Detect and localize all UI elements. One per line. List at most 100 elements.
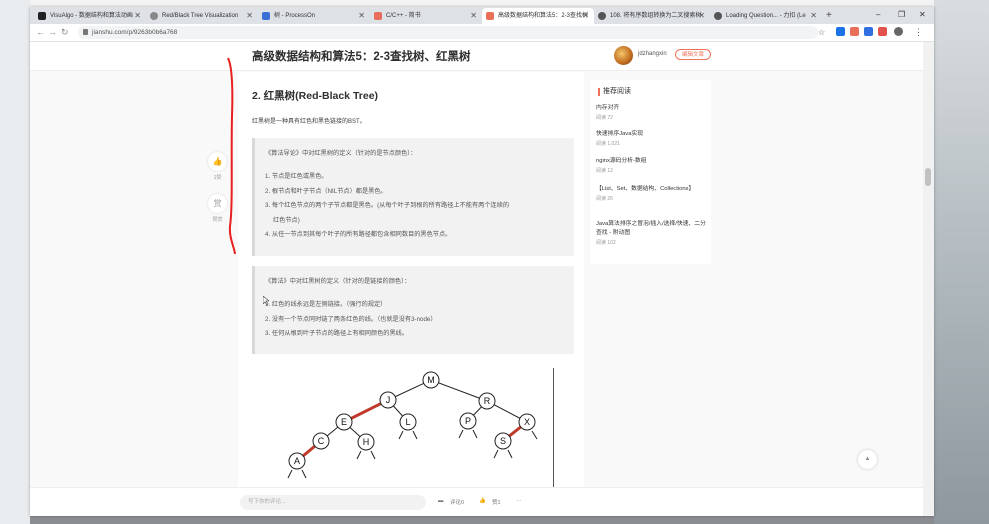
thumbs-up-icon[interactable]: 👍 bbox=[479, 498, 486, 504]
tab-label: 树 - ProcessOn bbox=[274, 13, 316, 19]
tab-label: 108. 将有序数组转换为二叉搜索树 bbox=[610, 13, 702, 19]
recommend-panel: 推荐阅读 内存对齐 阅读 72 快速排序Java实现 阅读 1,021 nginx源… bbox=[590, 80, 711, 264]
back-to-top-button[interactable]: ▲ bbox=[858, 450, 877, 469]
read-count: 阅读 26 bbox=[596, 196, 613, 202]
recommend-item-title[interactable]: 【List、Set、数据结构、Collections】 bbox=[596, 185, 706, 194]
list-item[interactable]: 快速排序Java实现 阅读 1,021 bbox=[596, 130, 706, 147]
list-item[interactable]: Java算法排序之冒泡/插入/选择/快速、二分查找 - 附动图阅读 102 bbox=[596, 220, 706, 246]
read-count: 阅读 1,021 bbox=[596, 141, 620, 147]
tree-node-label: S bbox=[500, 436, 506, 446]
mouse-cursor-icon bbox=[263, 296, 269, 305]
restore-button[interactable]: ❐ bbox=[898, 7, 905, 22]
tab-leetcode-108[interactable]: 108. 将有序数组转换为二叉搜索树 ✕ bbox=[594, 8, 710, 24]
reward-label: 赞赏 bbox=[212, 217, 223, 223]
new-tab-button[interactable]: + bbox=[826, 7, 832, 24]
profile-icon[interactable] bbox=[894, 27, 903, 36]
desktop-strip bbox=[0, 0, 989, 7]
page-content: 高级数据结构和算法5：2-3查找树、红黑树 jdzhangxin 编辑文章 👍 … bbox=[30, 42, 934, 516]
tree-node-label: R bbox=[484, 396, 491, 406]
tree-node-label: C bbox=[318, 436, 325, 446]
section-heading: 2. 红黑树(Red-Black Tree) bbox=[252, 90, 379, 102]
list-item: 3. 每个红色节点的两个子节点都是黑色。(从每个叶子到根的所有路径上不能有两个连… bbox=[265, 202, 510, 209]
tab-processon[interactable]: 树 - ProcessOn ✕ bbox=[258, 8, 370, 24]
read-count: 阅读 102 bbox=[596, 240, 616, 246]
close-icon[interactable]: ✕ bbox=[582, 8, 589, 24]
close-icon[interactable]: ✕ bbox=[246, 8, 253, 24]
close-icon[interactable]: ✕ bbox=[134, 8, 141, 24]
red-black-tree-figure: M J R E L P X C H S A bbox=[271, 368, 554, 493]
desktop-background-right bbox=[934, 0, 989, 524]
extension-icon[interactable] bbox=[850, 27, 859, 36]
quote-lead: 《算法导论》中对红黑树的定义（针对的是节点颜色）： bbox=[265, 150, 417, 157]
close-window-button[interactable]: ✕ bbox=[919, 7, 926, 22]
tab-label: 高级数据结构和算法5：2-3查找树 bbox=[498, 13, 589, 19]
comment-input[interactable]: 写下你的评论... bbox=[240, 495, 426, 510]
tab-label: Red/Black Tree Visualization bbox=[162, 13, 239, 19]
tab-label: Loading Question... - 力扣 (Le bbox=[726, 13, 806, 19]
more-button[interactable]: ··· bbox=[516, 498, 522, 504]
lock-icon bbox=[83, 29, 88, 35]
jianshu-icon bbox=[374, 12, 382, 20]
list-item: 2. 根节点和叶子节点（NIL节点）都是黑色。 bbox=[265, 187, 387, 195]
comment-count[interactable]: 评论0 bbox=[450, 498, 464, 506]
reload-icon[interactable]: ↻ bbox=[61, 24, 69, 41]
list-item[interactable]: 【List、Set、数据结构、Collections】 阅读 26 bbox=[596, 185, 706, 202]
url-field[interactable]: jianshu.com/p/9263b0b6a768 bbox=[78, 26, 818, 39]
article-header: 高级数据结构和算法5：2-3查找树、红黑树 jdzhangxin 编辑文章 bbox=[30, 42, 934, 71]
article-body: 2. 红黑树(Red-Black Tree) 红黑树是一种具有红色和黑色链接的B… bbox=[238, 72, 584, 493]
tree-node-label: E bbox=[341, 417, 347, 427]
close-icon[interactable]: ✕ bbox=[358, 8, 365, 24]
tab-bar: VisuAlgo - 数据结构和算法动画 ✕ Red/Black Tree Vis… bbox=[30, 7, 934, 24]
author-name[interactable]: jdzhangxin bbox=[638, 51, 667, 57]
reward-button[interactable]: 赏 bbox=[208, 194, 227, 213]
tree-node-label: A bbox=[294, 456, 300, 466]
close-icon[interactable]: ✕ bbox=[810, 8, 817, 24]
jianshu-icon bbox=[486, 12, 494, 20]
list-item: 2. 没有一个节点同时链了两条红色的线。（也就是没有3-node） bbox=[265, 315, 437, 323]
like-icon[interactable]: 👍 bbox=[208, 152, 227, 171]
extension-icon[interactable] bbox=[878, 27, 887, 36]
tab-label: C/C++ - 简书 bbox=[386, 13, 421, 19]
tab-current-article[interactable]: 高级数据结构和算法5：2-3查找树 ✕ bbox=[482, 8, 594, 24]
menu-icon[interactable]: ⋮ bbox=[914, 24, 923, 41]
tree-node-label: L bbox=[405, 417, 410, 427]
bottom-bar: 写下你的评论... ▬ 评论0 👍 赞1 ··· bbox=[30, 487, 934, 516]
forward-icon[interactable]: → bbox=[48, 24, 57, 41]
read-count: 阅读 72 bbox=[596, 115, 613, 121]
like-button[interactable]: 赞1 bbox=[492, 498, 501, 506]
avatar[interactable] bbox=[614, 46, 633, 65]
taskbar-edge bbox=[30, 516, 934, 524]
read-count: 阅读 12 bbox=[596, 168, 613, 174]
edit-article-button[interactable]: 编辑文章 bbox=[675, 49, 711, 60]
globe-icon bbox=[150, 12, 158, 20]
list-item: 1. 节点是红色或黑色。 bbox=[265, 173, 328, 180]
list-item: 红色节点) bbox=[273, 216, 300, 224]
list-item[interactable]: 内存对齐阅读 72 bbox=[596, 104, 706, 121]
comment-icon[interactable]: ▬ bbox=[438, 498, 444, 504]
scrollbar[interactable] bbox=[923, 42, 934, 516]
recommend-item-title[interactable]: Java算法排序之冒泡/插入/选择/快速、二分查找 - 附动图 bbox=[596, 220, 706, 238]
close-icon[interactable]: ✕ bbox=[698, 8, 705, 24]
tab-visualgo[interactable]: VisuAlgo - 数据结构和算法动画 ✕ bbox=[34, 8, 146, 24]
annotation-red-line bbox=[227, 57, 236, 255]
tab-cpp-jianshu[interactable]: C/C++ - 简书 ✕ bbox=[370, 8, 482, 24]
tree-node-label: P bbox=[465, 416, 471, 426]
desktop-background bbox=[0, 0, 30, 524]
back-icon[interactable]: ← bbox=[36, 24, 45, 41]
minimize-button[interactable]: – bbox=[876, 7, 880, 22]
tree-node-label: H bbox=[363, 437, 370, 447]
recommend-item-title[interactable]: nginx源码分析-数组 bbox=[596, 157, 706, 166]
scrollbar-thumb[interactable] bbox=[925, 168, 931, 186]
quote-block: 《算法导论》中对红黑树的定义（针对的是节点颜色）： 1. 节点是红色或黑色。 2… bbox=[252, 138, 574, 256]
list-item[interactable]: nginx源码分析-数组 阅读 12 bbox=[596, 157, 706, 174]
extension-icon[interactable] bbox=[836, 27, 845, 36]
recommend-item-title[interactable]: 内存对齐 bbox=[596, 104, 706, 113]
close-icon[interactable]: ✕ bbox=[470, 8, 477, 24]
star-icon[interactable]: ☆ bbox=[818, 24, 825, 41]
tab-rbtree-vis[interactable]: Red/Black Tree Visualization ✕ bbox=[146, 8, 258, 24]
recommend-item-title[interactable]: 快速排序Java实现 bbox=[596, 130, 706, 139]
tab-label: VisuAlgo - 数据结构和算法动画 bbox=[50, 13, 133, 19]
leetcode-icon bbox=[714, 12, 722, 20]
tab-leetcode-loading[interactable]: Loading Question... - 力扣 (Le ✕ bbox=[710, 8, 822, 24]
extension-icon[interactable] bbox=[864, 27, 873, 36]
